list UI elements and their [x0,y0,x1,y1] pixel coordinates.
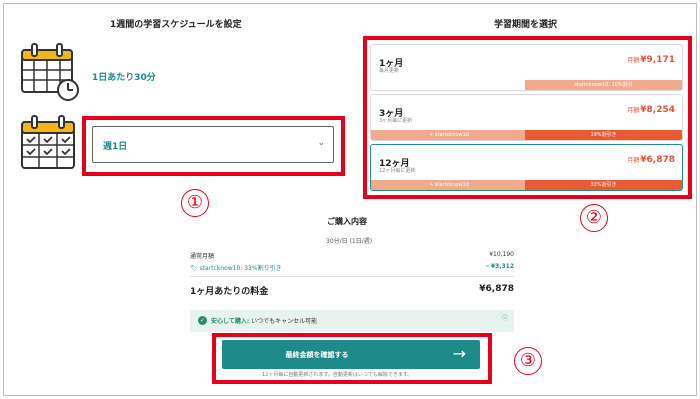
info-icon[interactable]: ⓘ [502,313,508,322]
regular-price-value: ¥10,190 [489,251,514,258]
discount-row: 🏷 startcknow10: 33%割り引き - ¥3,312 [190,263,514,272]
safe-purchase-banner: ✓ 安心して購入: いつでもキャンセル可能 ⓘ [190,310,514,332]
highlight-box-3 [212,333,492,384]
calendar-check-icon [21,115,75,169]
schedule-heading: 1週間の学習スケジュールを設定 [110,20,242,30]
step-number-1: ① [181,189,209,217]
step-number-3: ③ [514,347,542,375]
summary-subtitle: 30分/日 (1日/週) [326,238,373,245]
total-row: 1ヶ月あたりの料金 ¥6,878 [190,284,514,297]
highlight-box-2 [363,36,692,199]
divider [190,276,514,277]
per-day-text: 1日あたり30分 [92,73,156,83]
regular-price-label: 通常月額 [190,253,215,260]
summary-title: ご購入内容 [327,217,367,226]
total-label: 1ヶ月あたりの料金 [190,287,269,297]
step-number-2: ② [580,204,608,232]
total-value: ¥6,878 [479,284,514,294]
period-heading: 学習期間を選択 [494,20,558,30]
calendar-clock-icon [21,43,79,101]
safe-purchase-bold: 安心して購入: [211,318,250,325]
safe-purchase-detail: いつでもキャンセル可能 [251,318,318,325]
tag-icon: 🏷 [190,265,198,272]
discount-label: startcknow10: 33%割り引き [199,265,282,272]
check-circle-icon: ✓ [198,316,207,325]
regular-price-row: 通常月額 ¥10,190 [190,251,514,260]
safe-purchase-text: 安心して購入: いつでもキャンセル可能 [211,316,317,325]
highlight-box-1 [82,116,345,176]
discount-value: - ¥3,312 [486,263,514,270]
